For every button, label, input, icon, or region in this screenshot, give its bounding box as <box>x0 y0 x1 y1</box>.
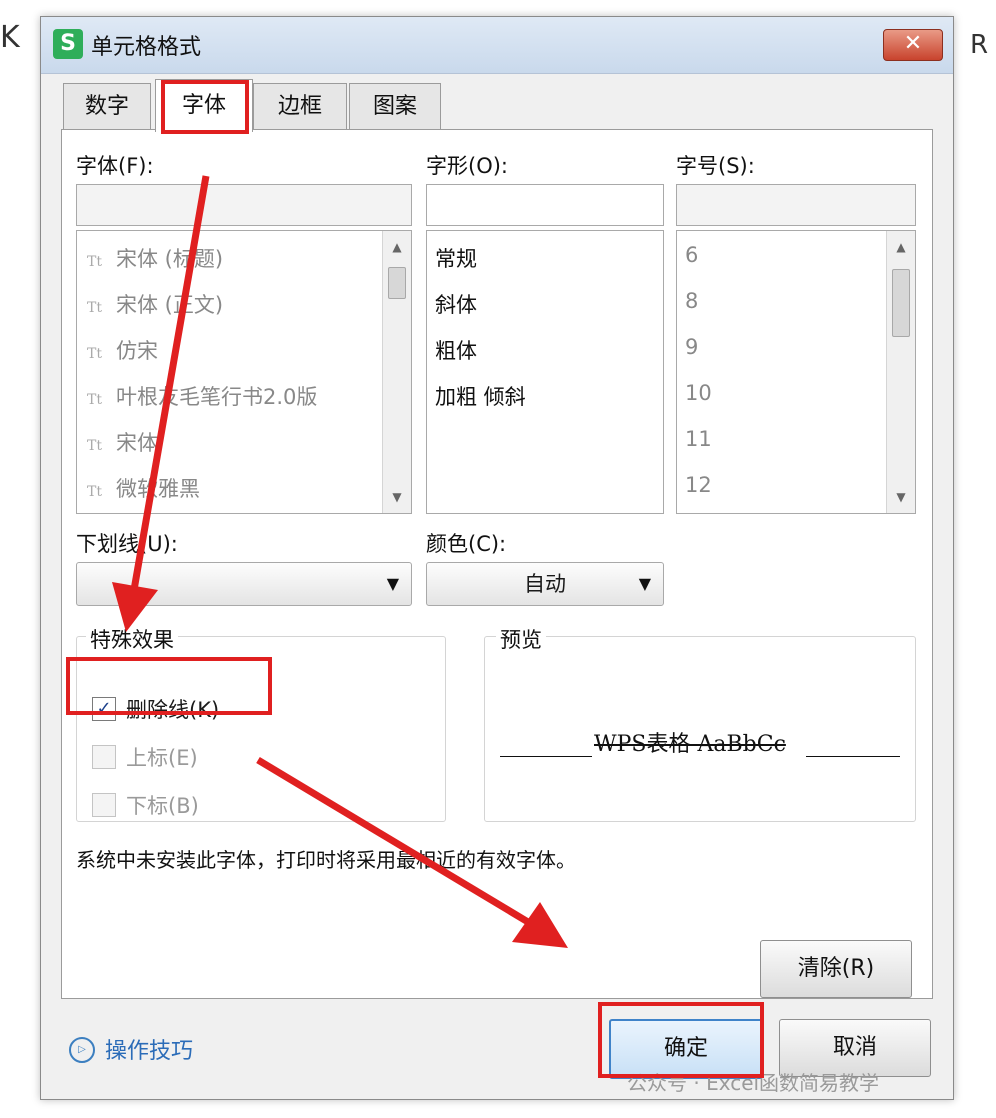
subscript-checkbox[interactable]: 下标(B) <box>92 790 199 820</box>
dialog-title: 单元格格式 <box>91 35 202 60</box>
font-type-icon: Tt <box>87 254 102 270</box>
font-style-input[interactable] <box>426 184 664 226</box>
checkbox-icon[interactable] <box>92 793 116 817</box>
background-left-edge: K <box>0 20 20 55</box>
watermark-text: 公众号 · Excel函数简易教学 <box>627 1071 880 1095</box>
list-item[interactable]: 9 <box>685 335 698 359</box>
background-right-edge: R <box>970 30 989 60</box>
wps-spreadsheet-icon: S <box>53 29 83 59</box>
font-size-input[interactable] <box>676 184 916 226</box>
list-item[interactable]: 11 <box>685 427 712 451</box>
effects-title: 特殊效果 <box>86 624 178 654</box>
list-item[interactable]: 8 <box>685 289 698 313</box>
preview-baseline-left <box>500 756 592 757</box>
list-item[interactable]: Tt 宋体 <box>87 427 158 457</box>
list-item[interactable]: 斜体 <box>435 289 477 319</box>
font-tab-panel: 字体(F): Tt 宋体 (标题) Tt 宋体 (正文) Tt 仿宋 Tt 叶根友毛笔行… <box>61 129 933 999</box>
chevron-down-icon: ▼ <box>386 574 399 593</box>
list-item[interactable]: Tt 叶根友毛笔行书2.0版 <box>87 381 317 411</box>
preview-title: 预览 <box>496 624 546 654</box>
font-size-list[interactable]: 6 8 9 10 11 12 ▲ ▼ <box>676 230 916 514</box>
size-list-scrollbar[interactable]: ▲ ▼ <box>886 231 915 513</box>
strikethrough-checkbox[interactable]: ✓ 删除线(K) <box>92 694 219 724</box>
checkbox-checked-icon[interactable]: ✓ <box>92 697 116 721</box>
list-item[interactable]: Tt 宋体 (标题) <box>87 243 223 273</box>
tips-link[interactable]: 操作技巧 <box>105 1033 193 1065</box>
font-size-label: 字号(S): <box>676 154 755 178</box>
close-button[interactable]: ✕ <box>883 29 943 61</box>
list-item[interactable]: Tt 宋体 (正文) <box>87 289 223 319</box>
underline-label: 下划线(U): <box>76 532 178 556</box>
font-missing-hint: 系统中未安装此字体，打印时将采用最相近的有效字体。 <box>76 848 576 872</box>
list-item[interactable]: 6 <box>685 243 698 267</box>
font-name-input[interactable] <box>76 184 412 226</box>
font-type-icon: Tt <box>87 346 102 362</box>
preview-baseline-right <box>806 756 900 757</box>
font-type-icon: Tt <box>87 484 102 500</box>
superscript-checkbox[interactable]: 上标(E) <box>92 742 198 772</box>
list-item[interactable]: Tt 微软雅黑 <box>87 473 200 503</box>
font-style-label: 字形(O): <box>426 154 508 178</box>
list-item[interactable]: Tt 仿宋 <box>87 335 158 365</box>
list-item[interactable]: 粗体 <box>435 335 477 365</box>
dialog-titlebar: S 单元格格式 ✕ <box>41 17 953 74</box>
scroll-down-icon[interactable]: ▼ <box>383 485 411 509</box>
clear-button[interactable]: 清除(R) <box>760 940 912 998</box>
list-item[interactable]: 常规 <box>435 243 477 273</box>
preview-sample-text: WPS表格 AaBbCc <box>594 732 786 757</box>
format-cells-dialog: S 单元格格式 ✕ 数字 字体 边框 图案 字体(F): Tt 宋体 (标题) T… <box>40 16 954 1100</box>
scroll-down-icon[interactable]: ▼ <box>887 485 915 509</box>
font-list-scrollbar[interactable]: ▲ ▼ <box>382 231 411 513</box>
underline-dropdown[interactable]: ▼ <box>76 562 412 606</box>
color-label: 颜色(C): <box>426 532 507 556</box>
tab-number[interactable]: 数字 <box>63 83 151 130</box>
tab-font[interactable]: 字体 <box>155 79 253 132</box>
scrollbar-thumb[interactable] <box>388 267 406 299</box>
checkbox-icon[interactable] <box>92 745 116 769</box>
tab-border[interactable]: 边框 <box>253 83 347 130</box>
scroll-up-icon[interactable]: ▲ <box>383 235 411 259</box>
list-item[interactable]: 加粗 倾斜 <box>435 381 526 411</box>
play-circle-icon[interactable]: ▷ <box>69 1037 95 1063</box>
font-type-icon: Tt <box>87 300 102 316</box>
font-style-list[interactable]: 常规 斜体 粗体 加粗 倾斜 <box>426 230 664 514</box>
color-dropdown[interactable]: 自动 ▼ <box>426 562 664 606</box>
font-type-icon: Tt <box>87 392 102 408</box>
list-item[interactable]: 12 <box>685 473 712 497</box>
font-type-icon: Tt <box>87 438 102 454</box>
list-item[interactable]: 10 <box>685 381 712 405</box>
font-name-list[interactable]: Tt 宋体 (标题) Tt 宋体 (正文) Tt 仿宋 Tt 叶根友毛笔行书2.0版 T… <box>76 230 412 514</box>
font-label: 字体(F): <box>76 154 154 178</box>
color-value: 自动 <box>524 572 566 596</box>
chevron-down-icon: ▼ <box>638 574 651 593</box>
tab-pattern[interactable]: 图案 <box>349 83 441 130</box>
close-icon: ✕ <box>903 31 923 56</box>
scroll-up-icon[interactable]: ▲ <box>887 235 915 259</box>
scrollbar-thumb[interactable] <box>892 269 910 337</box>
